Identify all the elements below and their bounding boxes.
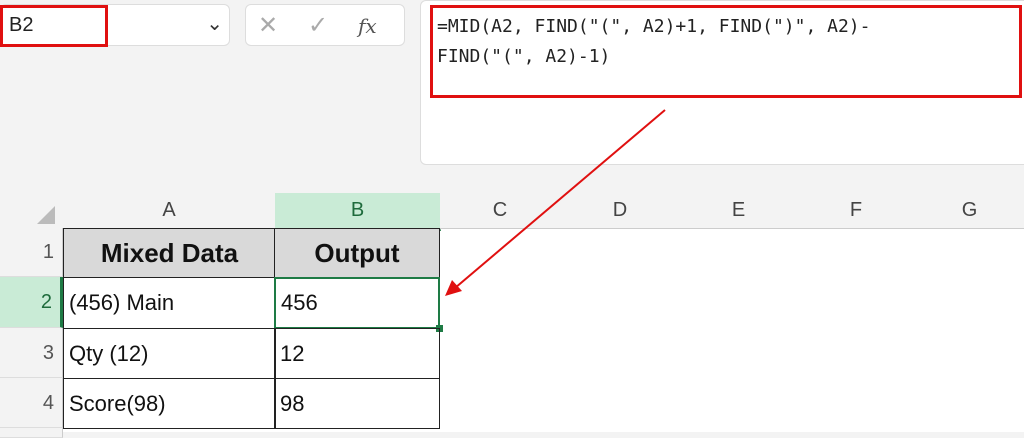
annotation-arrow (445, 109, 666, 296)
